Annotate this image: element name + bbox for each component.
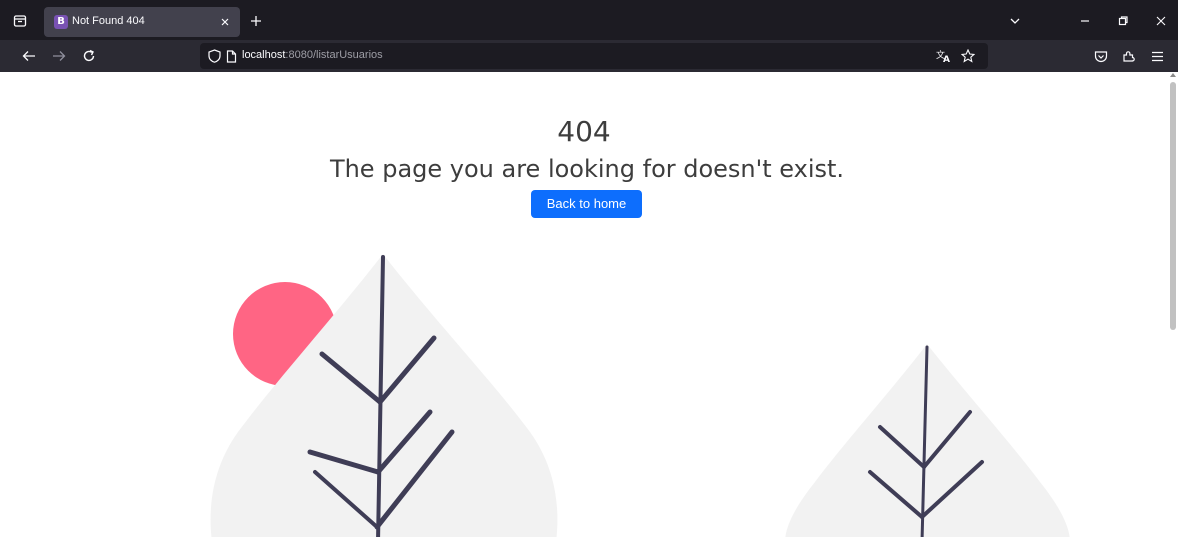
browser-titlebar: B Not Found 404 [0,0,1178,40]
url-host: localhost [242,49,286,61]
shield-icon[interactable] [206,48,222,64]
close-tab-icon[interactable] [216,13,234,31]
error-code: 404 [557,115,611,148]
reload-icon[interactable] [78,46,100,66]
extensions-icon[interactable] [1118,46,1140,66]
forward-arrow-icon[interactable] [48,46,70,66]
browser-tab-active[interactable]: B Not Found 404 [44,7,240,37]
error-message: The page you are looking for doesn't exi… [329,155,845,183]
vertical-scrollbar[interactable] [1168,72,1178,537]
tab-overview-icon[interactable] [6,7,34,35]
back-to-home-button[interactable]: Back to home [531,190,642,218]
url-bar[interactable]: localhost:8080/listarUsuarios 文A [200,43,988,69]
new-tab-icon[interactable] [246,11,266,31]
minimize-window-icon[interactable] [1074,10,1096,32]
pocket-icon[interactable] [1090,46,1112,66]
tab-title: Not Found 404 [72,15,145,27]
bookmark-star-icon[interactable] [960,48,976,64]
page-content: 404 The page you are looking for doesn't… [0,72,1168,537]
menu-icon[interactable] [1146,46,1168,66]
scrollbar-thumb[interactable] [1170,82,1176,330]
restore-window-icon[interactable] [1112,10,1134,32]
svg-text:A: A [943,55,950,63]
url-text[interactable]: localhost:8080/listarUsuarios [242,49,383,61]
back-arrow-icon[interactable] [18,46,40,66]
url-path: :8080/listarUsuarios [285,49,383,61]
list-all-tabs-icon[interactable] [1004,10,1026,32]
scroll-up-arrow-icon[interactable] [1170,73,1176,77]
page-info-icon[interactable] [223,48,239,64]
browser-navbar: localhost:8080/listarUsuarios 文A [0,40,1178,72]
close-window-icon[interactable] [1150,10,1172,32]
translate-icon[interactable]: 文A [936,48,952,64]
bootstrap-favicon-icon: B [54,15,68,29]
